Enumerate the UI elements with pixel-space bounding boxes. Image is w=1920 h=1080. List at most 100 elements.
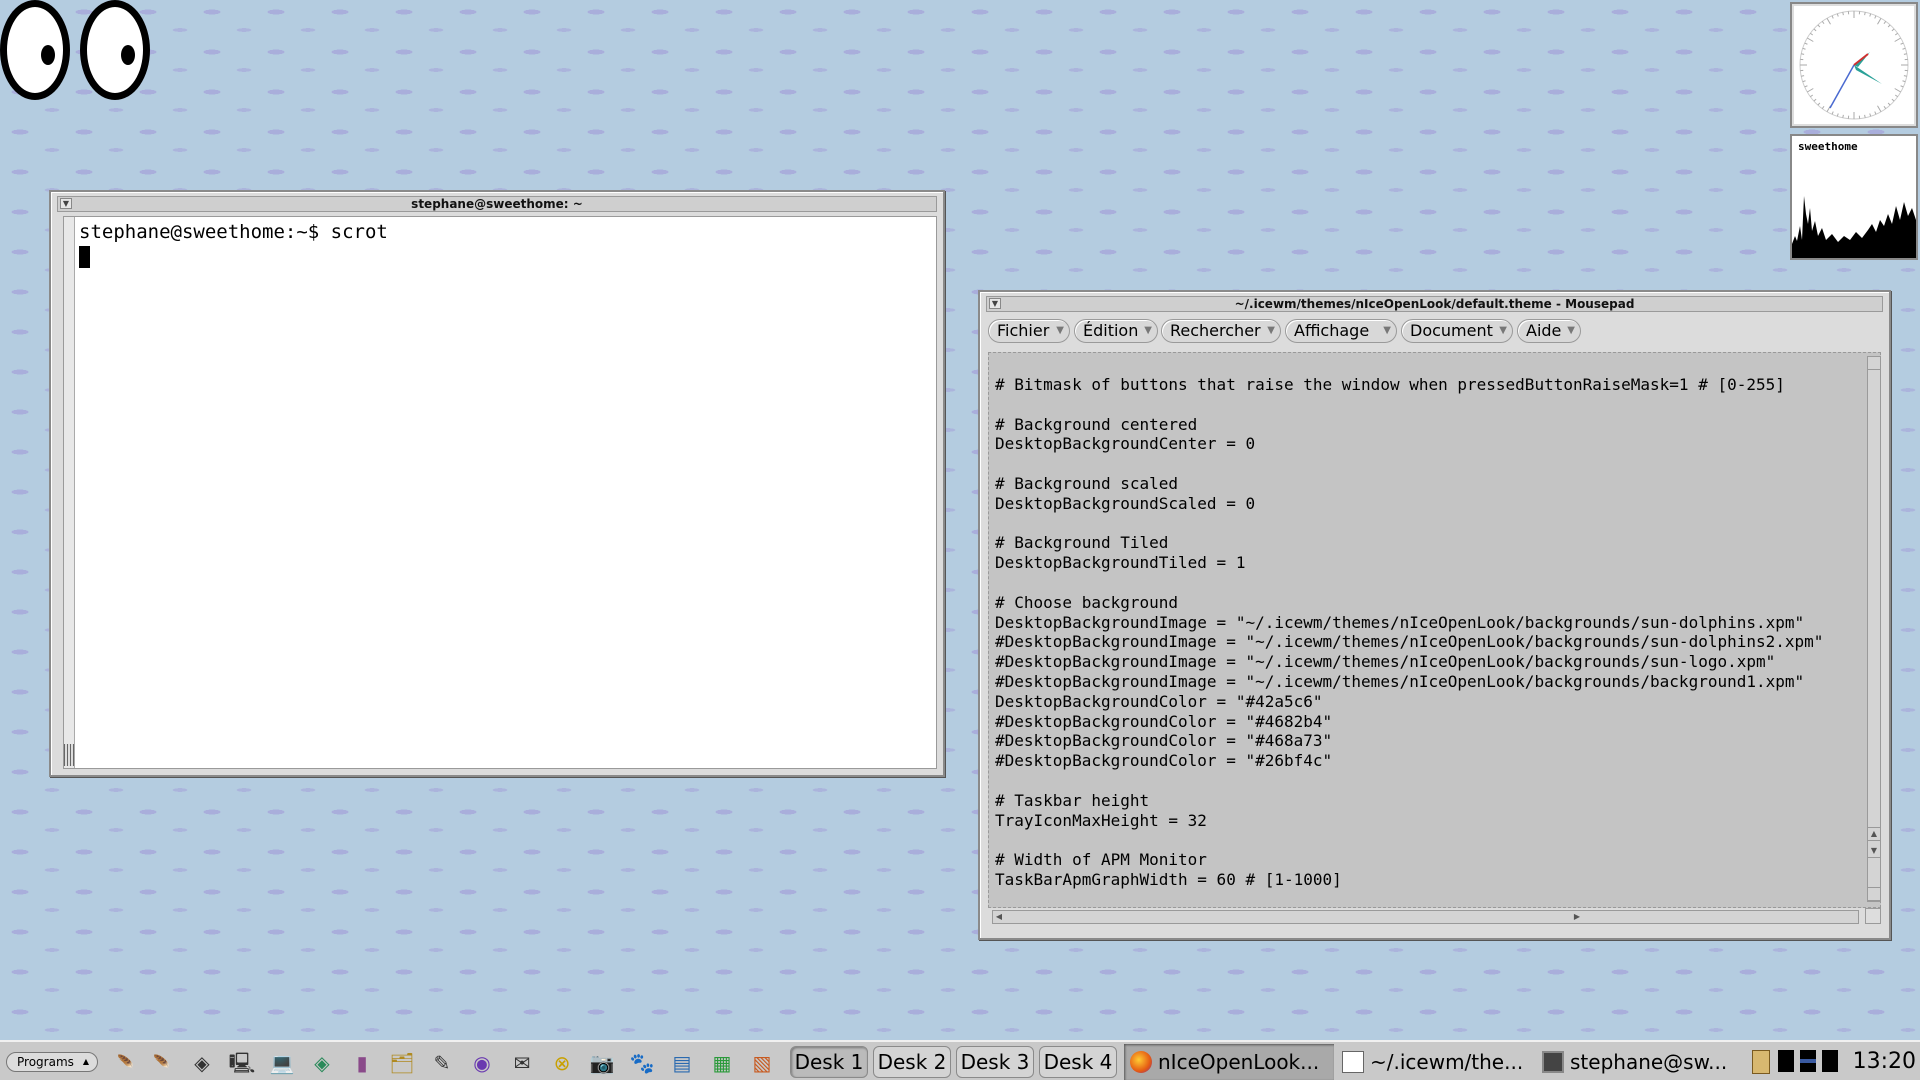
mousepad-titlebar[interactable]: ▼ ~/.icewm/themes/nIceOpenLook/default.t… xyxy=(986,296,1883,312)
terminal-cursor xyxy=(79,246,90,268)
firefox-icon xyxy=(1130,1051,1152,1073)
desk-2-button[interactable]: Desk 2 xyxy=(873,1046,951,1078)
chevron-up-icon: ▲ xyxy=(82,1057,89,1066)
pen-icon[interactable]: ✎ xyxy=(428,1050,456,1076)
code-line: TaskBarApmGraphWidth = 60 # [1-1000] xyxy=(995,869,1342,889)
programs-button[interactable]: Programs ▲ xyxy=(6,1052,98,1072)
code-line: DesktopBackgroundTiled = 1 xyxy=(995,553,1246,573)
left-eye xyxy=(0,0,70,100)
system-monitor: sweethome xyxy=(1790,134,1918,260)
laptop-icon[interactable]: 💻 xyxy=(268,1050,296,1076)
code-line: DesktopBackgroundCenter = 0 xyxy=(995,434,1256,454)
folders-icon[interactable]: 🗂 xyxy=(388,1050,416,1076)
code-line: # Taskbar height xyxy=(995,790,1150,810)
camera-icon[interactable]: 📷 xyxy=(588,1050,616,1076)
chevron-down-icon: ▼ xyxy=(1499,325,1507,336)
terminal-window[interactable]: ▼ stephane@sweethome: ~ stephane@sweetho… xyxy=(49,190,945,777)
notepad-icon xyxy=(1342,1051,1364,1073)
window-menu-icon[interactable]: ▼ xyxy=(60,198,72,209)
horizontal-scrollbar[interactable]: ◀ ▶ xyxy=(992,910,1859,924)
terminal-titlebar[interactable]: ▼ stephane@sweethome: ~ xyxy=(57,196,937,212)
code-line: DesktopBackgroundColor = "#42a5c6" xyxy=(995,691,1323,711)
code-line: #DesktopBackgroundColor = "#4682b4" xyxy=(995,711,1333,731)
mousepad-title: ~/.icewm/themes/nIceOpenLook/default.the… xyxy=(1234,297,1635,311)
calc-icon[interactable]: ▦ xyxy=(708,1050,736,1076)
menu-affichage[interactable]: Affichage ▼ xyxy=(1285,319,1397,343)
code-line: # Bitmask of buttons that raise the wind… xyxy=(995,375,1785,394)
desk-3-button[interactable]: Desk 3 xyxy=(956,1046,1034,1078)
taskbar-clock[interactable]: 13:20 xyxy=(1853,1046,1916,1078)
analog-clock xyxy=(1790,2,1918,128)
task-firefox[interactable]: nIceOpenLook... xyxy=(1124,1044,1334,1080)
xeyes-widget xyxy=(0,0,152,102)
diamond-icon[interactable]: ◈ xyxy=(188,1050,216,1076)
chevron-down-icon: ▼ xyxy=(1567,325,1575,336)
writer-icon[interactable]: ▤ xyxy=(668,1050,696,1076)
code-line: # Background Tiled xyxy=(995,533,1169,553)
code-line: #DesktopBackgroundImage = "~/.icewm/them… xyxy=(995,652,1776,672)
vertical-scrollbar[interactable]: ▲ ▼ xyxy=(1867,356,1881,902)
menu-rechercher[interactable]: Rechercher ▼ xyxy=(1161,319,1281,343)
memory-monitor-icon[interactable] xyxy=(1822,1050,1838,1072)
menu-edition[interactable]: Édition ▼ xyxy=(1074,319,1158,343)
terminal-title: stephane@sweethome: ~ xyxy=(411,197,583,211)
feather-icon[interactable]: 🪶 xyxy=(148,1050,176,1076)
terminal-icon xyxy=(1542,1051,1564,1073)
menu-fichier[interactable]: Fichier ▼ xyxy=(988,319,1070,343)
scroll-up-icon[interactable]: ▲ xyxy=(1868,827,1880,841)
desk-1-button[interactable]: Desk 1 xyxy=(790,1046,868,1078)
network-monitor-icon[interactable] xyxy=(1800,1050,1816,1072)
impress-icon[interactable]: ▧ xyxy=(748,1050,776,1076)
eye-icon[interactable]: ◉ xyxy=(468,1050,496,1076)
editor-content[interactable]: # Bitmask of buttons that raise the wind… xyxy=(995,375,1823,890)
code-line: #DesktopBackgroundColor = "#468a73" xyxy=(995,731,1333,751)
menu-aide[interactable]: Aide ▼ xyxy=(1517,319,1581,343)
chevron-down-icon: ▼ xyxy=(1056,325,1064,336)
terminal-area[interactable]: stephane@sweethome:~$ scrot xyxy=(63,216,937,769)
desk-4-button[interactable]: Desk 4 xyxy=(1039,1046,1117,1078)
computer-icon[interactable]: 🖳 xyxy=(228,1050,256,1076)
cpu-graph xyxy=(1792,196,1916,258)
task-terminal[interactable]: stephane@sw... xyxy=(1536,1044,1746,1080)
menu-document[interactable]: Document ▼ xyxy=(1401,319,1513,343)
clipboard-icon[interactable] xyxy=(1752,1050,1770,1074)
scroll-end-icon[interactable] xyxy=(1868,887,1880,901)
book-icon[interactable]: ▮ xyxy=(348,1050,376,1076)
code-line: TrayIconMaxHeight = 32 xyxy=(995,810,1207,830)
task-mousepad[interactable]: ~/.icewm/the... xyxy=(1336,1044,1546,1080)
resize-corner[interactable] xyxy=(1865,908,1881,924)
text-editor[interactable]: # Bitmask of buttons that raise the wind… xyxy=(988,352,1881,908)
scroll-up-icon[interactable] xyxy=(1868,357,1880,370)
mousepad-window[interactable]: ▼ ~/.icewm/themes/nIceOpenLook/default.t… xyxy=(978,290,1891,940)
x-icon[interactable]: ⊗ xyxy=(548,1050,576,1076)
code-line: #DesktopBackgroundImage = "~/.icewm/them… xyxy=(995,632,1824,652)
code-line: # Background scaled xyxy=(995,473,1179,493)
code-line: #DesktopBackgroundColor = "#26bf4c" xyxy=(995,751,1333,771)
terminal-prompt-line: stephane@sweethome:~$ scrot xyxy=(79,221,388,243)
chevron-down-icon: ▼ xyxy=(1383,325,1391,336)
code-line: DesktopBackgroundScaled = 0 xyxy=(995,493,1256,513)
window-menu-icon[interactable]: ▼ xyxy=(989,298,1001,309)
feather-icon[interactable]: 🪶 xyxy=(112,1050,140,1076)
taskbar: Programs ▲ 🪶 🪶 ◈ 🖳 💻 ◈ ▮ 🗂 ✎ ◉ ✉ ⊗ 📷 🐾 ▤ … xyxy=(0,1040,1920,1080)
code-line: # Width of APM Monitor xyxy=(995,850,1207,870)
menubar: Fichier ▼ Édition ▼ Rechercher ▼ Affichage ▼… xyxy=(988,318,1881,346)
mailbox-icon[interactable]: ✉ xyxy=(508,1050,536,1076)
chevron-down-icon: ▼ xyxy=(1267,325,1275,336)
resize-grip-icon[interactable] xyxy=(64,744,74,766)
scroll-right-icon[interactable]: ▶ xyxy=(1571,911,1583,923)
code-line: #DesktopBackgroundImage = "~/.icewm/them… xyxy=(995,671,1805,691)
gimp-icon[interactable]: 🐾 xyxy=(628,1050,656,1076)
scroll-left-icon[interactable]: ◀ xyxy=(993,911,1005,923)
cpu-monitor-icon[interactable] xyxy=(1778,1050,1794,1072)
chevron-down-icon: ▼ xyxy=(1144,325,1152,336)
scroll-down-icon[interactable]: ▼ xyxy=(1868,845,1880,858)
code-line: DesktopBackgroundImage = "~/.icewm/theme… xyxy=(995,612,1805,632)
terminal-scrollbar[interactable] xyxy=(64,217,75,768)
diamond-green-icon[interactable]: ◈ xyxy=(308,1050,336,1076)
